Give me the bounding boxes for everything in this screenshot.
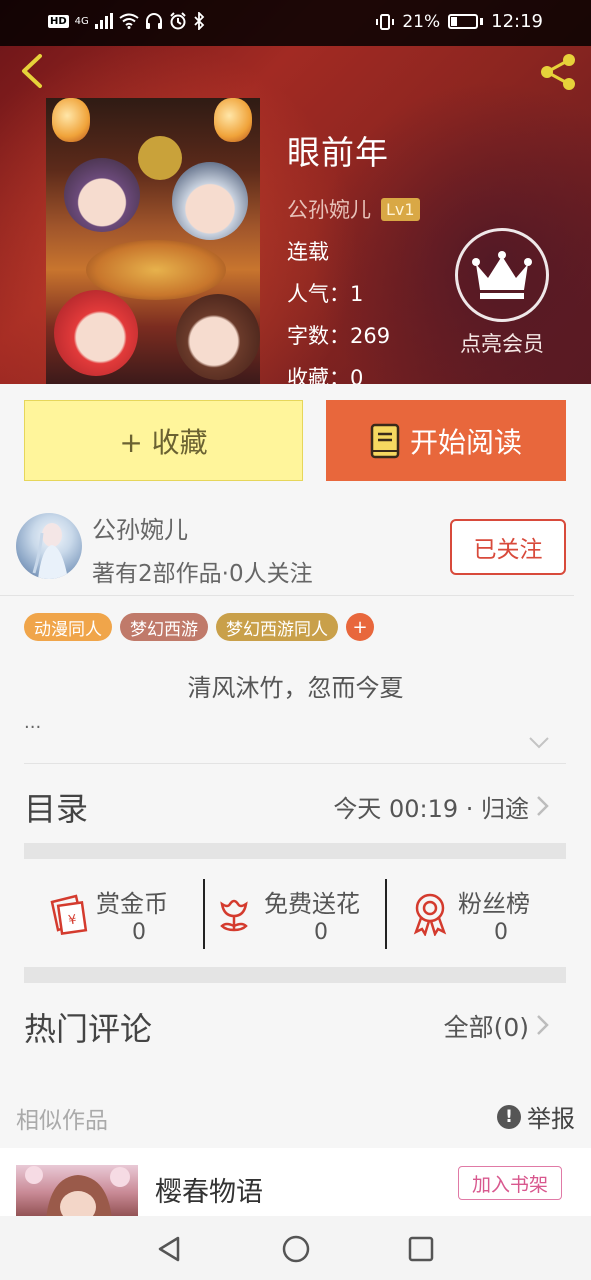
- battery-icon: [448, 14, 479, 29]
- stat-value: 0: [132, 920, 146, 945]
- free-flowers-button[interactable]: 免费送花 0: [216, 876, 381, 952]
- divider: [24, 763, 566, 764]
- book-title: 眼前年: [287, 133, 389, 172]
- fan-ranking-button[interactable]: 粉丝榜 0: [410, 876, 560, 952]
- chevron-left-icon: [22, 54, 42, 88]
- word-count-stat: 字数：269: [287, 324, 391, 348]
- author-avatar[interactable]: [16, 513, 82, 579]
- chevron-right-icon[interactable]: [536, 795, 550, 817]
- level-badge: Lv1: [381, 197, 420, 221]
- book-icon: [370, 423, 400, 458]
- cover-lantern: [214, 98, 252, 142]
- cover-figure: [54, 290, 138, 376]
- intro-ellipsis: ...: [24, 712, 42, 733]
- divider: [385, 879, 387, 949]
- tag-item[interactable]: 动漫同人: [24, 613, 112, 641]
- back-button[interactable]: [14, 52, 52, 90]
- battery-tip: [480, 18, 484, 25]
- nav-home-icon[interactable]: [281, 1234, 311, 1264]
- cover-figure: [64, 158, 140, 232]
- reward-coins-button[interactable]: ¥ 赏金币 0: [46, 876, 196, 952]
- system-nav-bar: [0, 1216, 591, 1280]
- start-reading-label: 开始阅读: [409, 425, 522, 459]
- favorites-stat: 收藏：0: [287, 366, 364, 384]
- red-envelope-icon: ¥: [50, 894, 88, 935]
- stat-value: 0: [314, 920, 328, 945]
- battery-percent: 21%: [402, 11, 441, 32]
- alarm-icon: [169, 11, 187, 31]
- bluetooth-icon: [193, 11, 205, 31]
- section-separator: [24, 843, 566, 859]
- divider: [203, 879, 205, 949]
- share-icon: [541, 54, 575, 90]
- book-detail-page: HD 4G 21% 12:19 眼前年 公孙婉儿 Lv1 连载 人气：1 字数：…: [0, 0, 591, 1280]
- tag-item[interactable]: 梦幻西游: [120, 613, 208, 641]
- popularity-stat: 人气：1: [287, 282, 364, 306]
- author-card-name[interactable]: 公孙婉儿: [92, 510, 188, 545]
- similar-work-title: 樱春物语: [155, 1177, 263, 1208]
- alert-icon: !: [497, 1104, 521, 1129]
- book-cover[interactable]: [46, 98, 260, 384]
- latest-chapter[interactable]: 今天 00:19 · 归途: [333, 789, 529, 824]
- stat-label: 免费送花: [264, 890, 360, 918]
- add-to-shelf-button[interactable]: 加入书架: [458, 1166, 562, 1200]
- wifi-icon: [119, 11, 139, 31]
- network-label: 4G: [74, 15, 89, 27]
- tag-list: 动漫同人 梦幻西游 梦幻西游同人 +: [24, 613, 374, 641]
- serial-status: 连载: [287, 240, 329, 264]
- book-hero: HD 4G 21% 12:19 眼前年 公孙婉儿 Lv1 连载 人气：1 字数：…: [0, 0, 591, 384]
- share-button[interactable]: [535, 50, 581, 94]
- author-name[interactable]: 公孙婉儿: [287, 194, 371, 224]
- divider: [0, 595, 574, 596]
- tag-item[interactable]: 梦幻西游同人: [216, 613, 338, 641]
- book-info: 眼前年 公孙婉儿 Lv1 连载 人气：1 字数：269 收藏：0: [287, 126, 420, 384]
- vip-button[interactable]: 点亮会员: [446, 228, 558, 358]
- stat-label: 赏金币: [96, 890, 168, 918]
- chevron-right-icon[interactable]: [536, 1014, 550, 1036]
- follow-button[interactable]: 已关注: [450, 519, 566, 575]
- vibrate-icon: [376, 12, 395, 32]
- award-ribbon-icon: [413, 893, 447, 936]
- nav-back-icon[interactable]: [154, 1234, 184, 1264]
- expand-intro-icon[interactable]: [528, 736, 550, 750]
- tag-more-button[interactable]: +: [346, 613, 374, 641]
- cover-figure: [176, 294, 260, 380]
- similar-work-cover: [16, 1165, 138, 1220]
- hd-badge: HD: [48, 14, 69, 28]
- cover-figure: [172, 162, 248, 240]
- signal-icon: [94, 11, 113, 31]
- stat-value: 0: [494, 920, 508, 945]
- nav-recents-icon[interactable]: [406, 1234, 436, 1264]
- stat-label: 粉丝榜: [458, 890, 530, 918]
- all-comments-link[interactable]: 全部(0): [444, 1008, 529, 1044]
- clock: 12:19: [491, 11, 543, 32]
- status-bar: HD 4G 21% 12:19: [0, 0, 591, 46]
- flower-icon: [220, 899, 248, 932]
- similar-works-title: 相似作品: [16, 1108, 108, 1134]
- headset-icon: [145, 11, 163, 31]
- author-card-stats: 著有2部作品·0人关注: [92, 561, 313, 587]
- cover-figure: [138, 136, 182, 180]
- book-intro: 清风沐竹，忽而今夏: [187, 674, 404, 702]
- similar-work-item[interactable]: 樱春物语 加入书架: [0, 1148, 591, 1220]
- crown-icon: [455, 228, 549, 322]
- hot-comments-title: 热门评论: [24, 1010, 153, 1048]
- start-reading-button[interactable]: 开始阅读: [326, 400, 566, 481]
- catalog-title[interactable]: 目录: [24, 784, 88, 830]
- section-separator: [24, 967, 566, 983]
- report-label: 举报: [527, 1105, 575, 1133]
- collect-button[interactable]: + 收藏: [24, 400, 303, 481]
- report-button[interactable]: ! 举报: [497, 1099, 575, 1134]
- vip-label: 点亮会员: [460, 332, 544, 356]
- cover-lantern: [52, 98, 90, 142]
- avatar-figure: [32, 523, 68, 579]
